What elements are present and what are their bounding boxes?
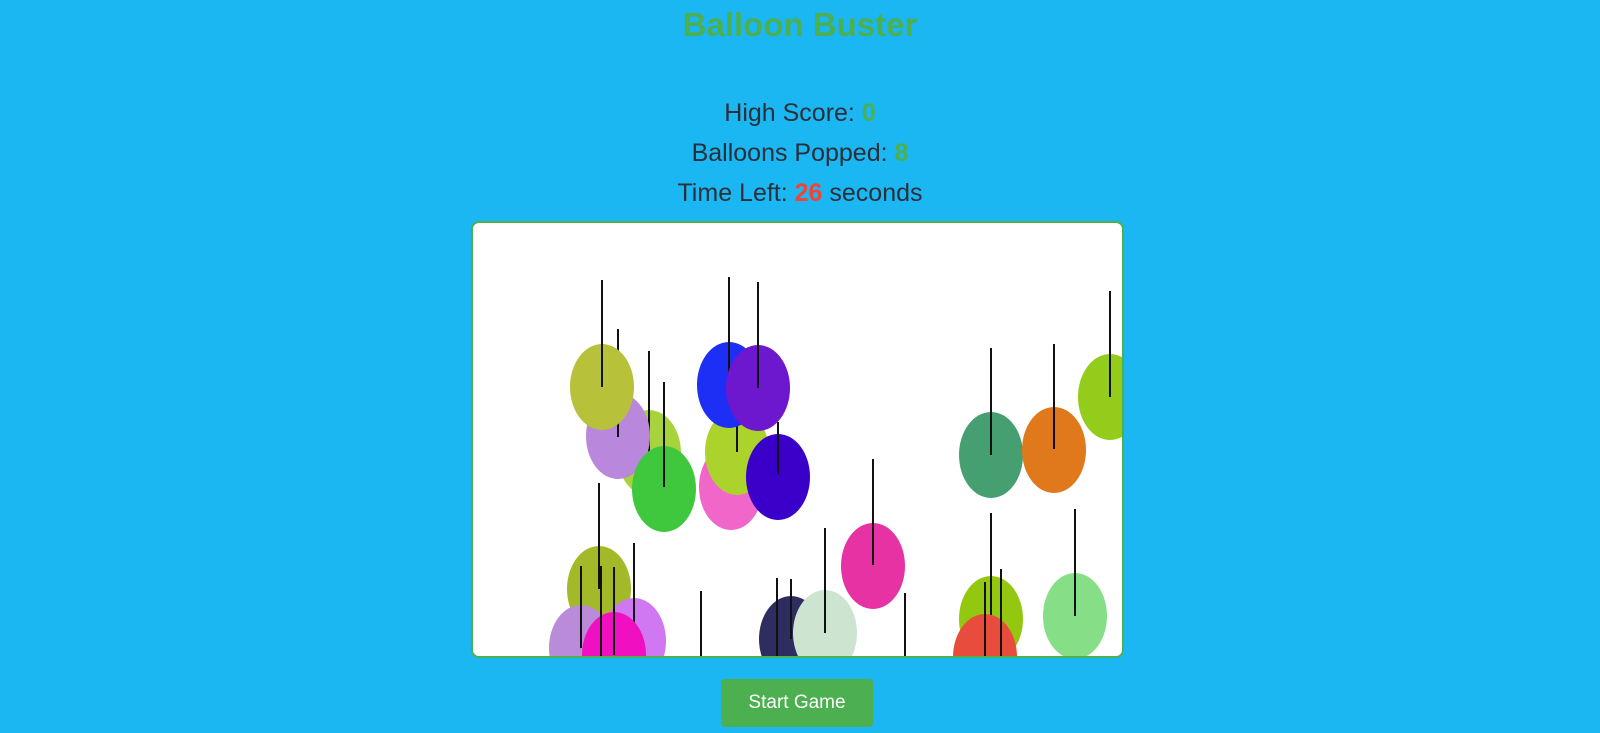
game-page: Balloon Buster High Score: 0 Balloons Po… — [0, 0, 1600, 733]
balloon[interactable] — [1078, 291, 1122, 440]
start-game-button[interactable]: Start Game — [721, 679, 873, 727]
balloon[interactable] — [841, 459, 905, 609]
time-left-display: Time Left: 26 seconds — [0, 179, 1600, 208]
high-score-label: High Score: — [724, 99, 862, 127]
high-score-value: 0 — [861, 99, 876, 127]
balloons-popped-label: Balloons Popped: — [691, 139, 895, 167]
balloons-popped-value: 8 — [894, 139, 909, 167]
balloon[interactable] — [1022, 344, 1086, 493]
time-left-label: Time Left: — [677, 179, 795, 207]
balloon[interactable] — [570, 280, 634, 430]
time-left-unit: seconds — [822, 179, 923, 207]
high-score-display: High Score: 0 — [0, 99, 1600, 128]
balloon[interactable] — [959, 348, 1023, 498]
balloon[interactable] — [1043, 509, 1107, 656]
game-title: Balloon Buster — [682, 6, 918, 43]
balloon-body[interactable] — [1078, 354, 1122, 440]
balloons-popped-display: Balloons Popped: 8 — [0, 139, 1600, 168]
game-area[interactable] — [471, 221, 1124, 658]
time-left-value: 26 — [794, 179, 823, 207]
balloon-field — [549, 277, 1122, 656]
